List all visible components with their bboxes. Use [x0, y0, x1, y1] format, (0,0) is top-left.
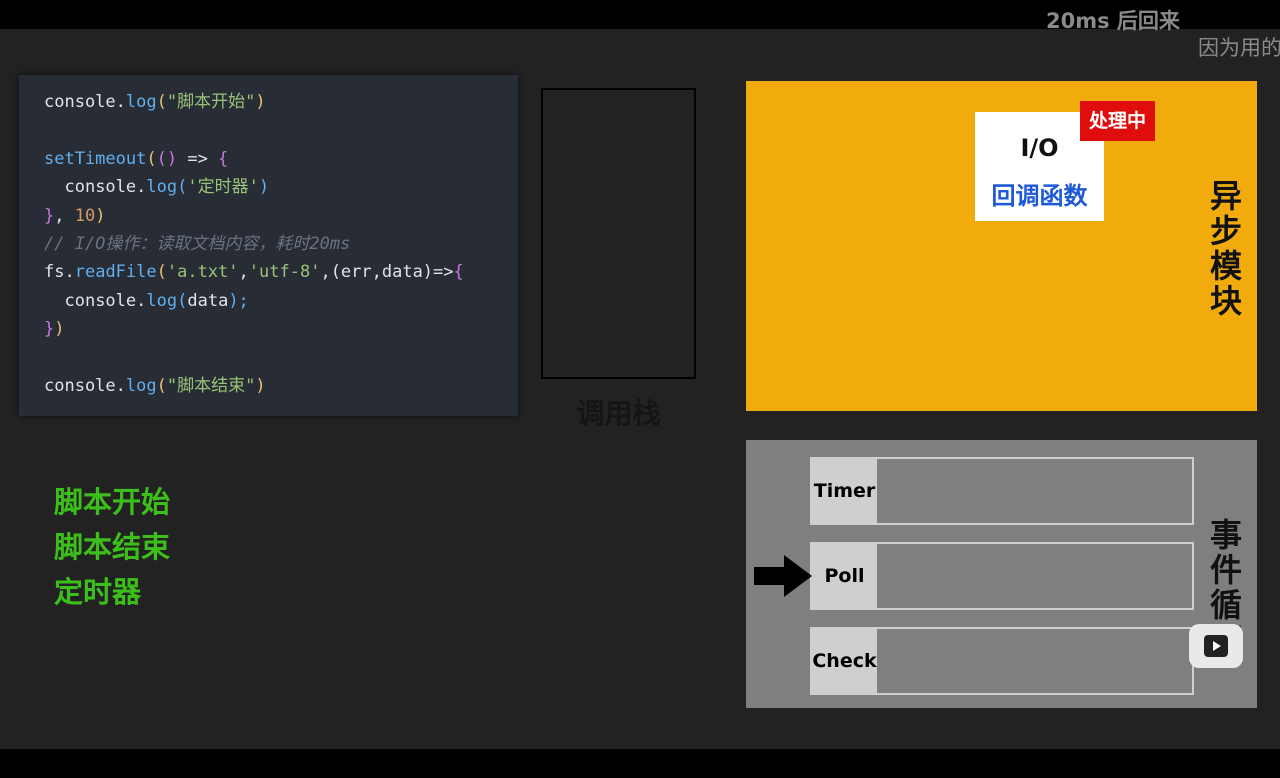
- phase-timer: Timer: [810, 457, 1194, 525]
- code-line-3: setTimeout(() => {: [44, 148, 229, 169]
- code-line-6: // I/O操作：读取文档内容，耗时20ms: [44, 233, 351, 254]
- async-module-label: 异步模块: [1209, 177, 1242, 320]
- async-module-panel: I/O 回调函数 处理中 异步模块: [746, 81, 1257, 411]
- phase-label: Timer: [812, 459, 877, 523]
- call-stack-box: [541, 88, 696, 379]
- bottom-letterbox: [0, 749, 1280, 778]
- code-line-11: console.log("脚本结束"): [44, 375, 266, 396]
- io-task-callback: 回调函数: [991, 182, 1088, 210]
- code-line-8: console.log(data);: [64, 290, 249, 311]
- code-line-9: }): [44, 319, 65, 340]
- code-line-4: console.log('定时器'): [64, 177, 270, 198]
- console-output: 脚本开始 脚本结束 定时器: [54, 480, 170, 615]
- phase-queue: [877, 544, 1192, 608]
- code-line-1: console.log("脚本开始"): [44, 92, 266, 112]
- phase-queue: [877, 459, 1192, 523]
- right-arrow-icon: [754, 555, 812, 597]
- subtitle-line-1: 20ms 后回来: [1046, 9, 1180, 33]
- phase-label: Poll: [812, 544, 877, 608]
- phase-queue: [877, 629, 1192, 693]
- code-line-7: fs.readFile('a.txt','utf-8',(err,data)=>…: [44, 262, 464, 283]
- event-loop-panel: Timer Poll Check 事件循环: [746, 440, 1257, 708]
- code-line-5: }, 10): [44, 205, 106, 226]
- subtitle-line-2: 因为用的: [1198, 36, 1280, 60]
- phase-poll: Poll: [810, 542, 1194, 610]
- phase-label: Check: [812, 629, 877, 693]
- play-icon: [1204, 635, 1228, 657]
- phase-check: Check: [810, 627, 1194, 695]
- output-line: 脚本结束: [54, 530, 171, 564]
- output-line: 脚本开始: [54, 485, 171, 519]
- output-line: 定时器: [54, 575, 142, 609]
- call-stack-label: 调用栈: [576, 397, 661, 430]
- status-badge: 处理中: [1080, 101, 1155, 141]
- code-panel: console.log("脚本开始") setTimeout(() => { c…: [19, 75, 518, 416]
- play-button[interactable]: [1189, 624, 1243, 668]
